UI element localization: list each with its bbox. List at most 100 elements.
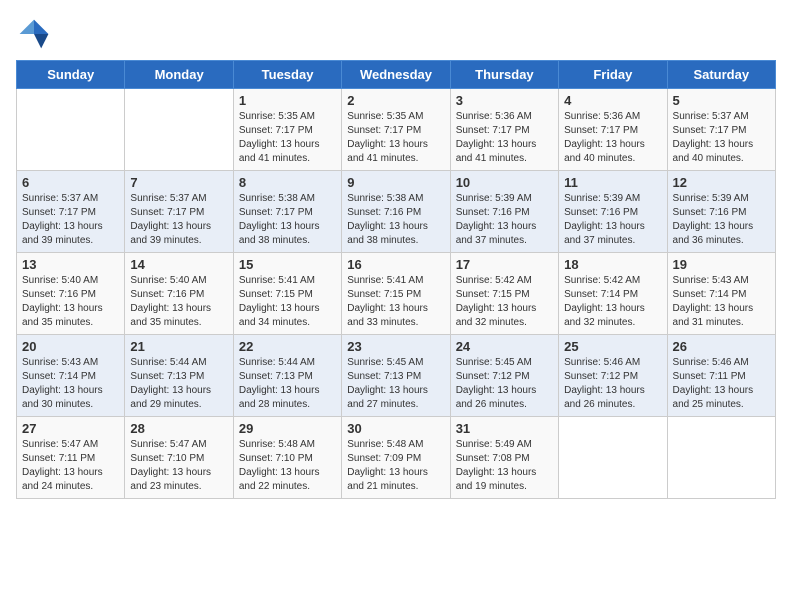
calendar-cell: 2 Sunrise: 5:35 AM Sunset: 7:17 PM Daylig… [342,89,450,171]
day-detail: Sunrise: 5:45 AM Sunset: 7:12 PM Dayligh… [456,356,553,412]
day-detail: Sunrise: 5:40 AM Sunset: 7:16 PM Dayligh… [22,274,119,330]
day-number: 20 [22,339,119,354]
calendar-table: SundayMondayTuesdayWednesdayThursdayFrid… [16,60,776,499]
day-number: 28 [130,421,227,436]
day-number: 29 [239,421,336,436]
day-detail: Sunrise: 5:38 AM Sunset: 7:16 PM Dayligh… [347,192,444,248]
day-number: 6 [22,175,119,190]
calendar-cell [17,89,125,171]
calendar-cell: 18 Sunrise: 5:42 AM Sunset: 7:14 PM Dayli… [559,253,667,335]
weekday-header-friday: Friday [559,61,667,89]
day-detail: Sunrise: 5:41 AM Sunset: 7:15 PM Dayligh… [239,274,336,330]
day-number: 27 [22,421,119,436]
day-detail: Sunrise: 5:47 AM Sunset: 7:10 PM Dayligh… [130,438,227,494]
weekday-header-tuesday: Tuesday [233,61,341,89]
weekday-header-thursday: Thursday [450,61,558,89]
day-number: 26 [673,339,770,354]
day-number: 4 [564,93,661,108]
calendar-cell: 16 Sunrise: 5:41 AM Sunset: 7:15 PM Dayli… [342,253,450,335]
day-detail: Sunrise: 5:35 AM Sunset: 7:17 PM Dayligh… [347,110,444,166]
day-number: 11 [564,175,661,190]
calendar-cell: 26Sunrise: 5:46 AM Sunset: 7:11 PM Dayli… [667,335,775,417]
calendar-cell [125,89,233,171]
calendar-cell: 8 Sunrise: 5:38 AM Sunset: 7:17 PM Daylig… [233,171,341,253]
calendar-cell: 7 Sunrise: 5:37 AM Sunset: 7:17 PM Daylig… [125,171,233,253]
day-number: 15 [239,257,336,272]
calendar-cell: 23 Sunrise: 5:45 AM Sunset: 7:13 PM Dayli… [342,335,450,417]
day-detail: Sunrise: 5:47 AM Sunset: 7:11 PM Dayligh… [22,438,119,494]
day-detail: Sunrise: 5:38 AM Sunset: 7:17 PM Dayligh… [239,192,336,248]
day-detail: Sunrise: 5:48 AM Sunset: 7:09 PM Dayligh… [347,438,444,494]
calendar-cell: 19 Sunrise: 5:43 AM Sunset: 7:14 PM Dayli… [667,253,775,335]
calendar-cell: 12 Sunrise: 5:39 AM Sunset: 7:16 PM Dayli… [667,171,775,253]
day-number: 3 [456,93,553,108]
day-number: 17 [456,257,553,272]
day-detail: Sunrise: 5:48 AM Sunset: 7:10 PM Dayligh… [239,438,336,494]
day-number: 9 [347,175,444,190]
calendar-cell: 29 Sunrise: 5:48 AM Sunset: 7:10 PM Dayli… [233,417,341,499]
day-detail: Sunrise: 5:35 AM Sunset: 7:17 PM Dayligh… [239,110,336,166]
calendar-cell [559,417,667,499]
day-detail: Sunrise: 5:39 AM Sunset: 7:16 PM Dayligh… [564,192,661,248]
day-number: 18 [564,257,661,272]
weekday-header-row: SundayMondayTuesdayWednesdayThursdayFrid… [17,61,776,89]
day-number: 30 [347,421,444,436]
weekday-header-monday: Monday [125,61,233,89]
day-number: 10 [456,175,553,190]
day-detail: Sunrise: 5:37 AM Sunset: 7:17 PM Dayligh… [130,192,227,248]
calendar-week-3: 13Sunrise: 5:40 AM Sunset: 7:16 PM Dayli… [17,253,776,335]
day-number: 21 [130,339,227,354]
day-detail: Sunrise: 5:43 AM Sunset: 7:14 PM Dayligh… [22,356,119,412]
day-detail: Sunrise: 5:36 AM Sunset: 7:17 PM Dayligh… [456,110,553,166]
calendar-body: 1 Sunrise: 5:35 AM Sunset: 7:17 PM Daylig… [17,89,776,499]
day-detail: Sunrise: 5:36 AM Sunset: 7:17 PM Dayligh… [564,110,661,166]
logo [16,16,56,52]
day-number: 2 [347,93,444,108]
day-number: 7 [130,175,227,190]
calendar-week-4: 20 Sunrise: 5:43 AM Sunset: 7:14 PM Dayli… [17,335,776,417]
day-detail: Sunrise: 5:45 AM Sunset: 7:13 PM Dayligh… [347,356,444,412]
weekday-header-sunday: Sunday [17,61,125,89]
calendar-week-2: 6 Sunrise: 5:37 AM Sunset: 7:17 PM Daylig… [17,171,776,253]
calendar-cell: 30 Sunrise: 5:48 AM Sunset: 7:09 PM Dayli… [342,417,450,499]
day-number: 16 [347,257,444,272]
calendar-cell: 20 Sunrise: 5:43 AM Sunset: 7:14 PM Dayli… [17,335,125,417]
day-number: 8 [239,175,336,190]
calendar-cell: 5 Sunrise: 5:37 AM Sunset: 7:17 PM Daylig… [667,89,775,171]
day-detail: Sunrise: 5:42 AM Sunset: 7:14 PM Dayligh… [564,274,661,330]
day-detail: Sunrise: 5:44 AM Sunset: 7:13 PM Dayligh… [130,356,227,412]
calendar-cell: 4 Sunrise: 5:36 AM Sunset: 7:17 PM Daylig… [559,89,667,171]
weekday-header-saturday: Saturday [667,61,775,89]
day-number: 19 [673,257,770,272]
calendar-cell: 28 Sunrise: 5:47 AM Sunset: 7:10 PM Dayli… [125,417,233,499]
day-detail: Sunrise: 5:39 AM Sunset: 7:16 PM Dayligh… [673,192,770,248]
weekday-header-wednesday: Wednesday [342,61,450,89]
day-number: 1 [239,93,336,108]
day-number: 14 [130,257,227,272]
day-detail: Sunrise: 5:42 AM Sunset: 7:15 PM Dayligh… [456,274,553,330]
calendar-cell: 17 Sunrise: 5:42 AM Sunset: 7:15 PM Dayli… [450,253,558,335]
calendar-week-5: 27 Sunrise: 5:47 AM Sunset: 7:11 PM Dayli… [17,417,776,499]
day-number: 12 [673,175,770,190]
day-number: 22 [239,339,336,354]
day-number: 5 [673,93,770,108]
day-detail: Sunrise: 5:43 AM Sunset: 7:14 PM Dayligh… [673,274,770,330]
day-detail: Sunrise: 5:49 AM Sunset: 7:08 PM Dayligh… [456,438,553,494]
calendar-cell: 14Sunrise: 5:40 AM Sunset: 7:16 PM Dayli… [125,253,233,335]
calendar-header: SundayMondayTuesdayWednesdayThursdayFrid… [17,61,776,89]
calendar-cell: 24 Sunrise: 5:45 AM Sunset: 7:12 PM Dayli… [450,335,558,417]
calendar-cell: 21 Sunrise: 5:44 AM Sunset: 7:13 PM Dayli… [125,335,233,417]
calendar-cell: 1 Sunrise: 5:35 AM Sunset: 7:17 PM Daylig… [233,89,341,171]
day-detail: Sunrise: 5:46 AM Sunset: 7:12 PM Dayligh… [564,356,661,412]
day-detail: Sunrise: 5:37 AM Sunset: 7:17 PM Dayligh… [673,110,770,166]
calendar-cell: 15 Sunrise: 5:41 AM Sunset: 7:15 PM Dayli… [233,253,341,335]
calendar-week-1: 1 Sunrise: 5:35 AM Sunset: 7:17 PM Daylig… [17,89,776,171]
day-number: 24 [456,339,553,354]
day-detail: Sunrise: 5:41 AM Sunset: 7:15 PM Dayligh… [347,274,444,330]
day-number: 23 [347,339,444,354]
calendar-cell: 25Sunrise: 5:46 AM Sunset: 7:12 PM Dayli… [559,335,667,417]
calendar-cell: 13Sunrise: 5:40 AM Sunset: 7:16 PM Dayli… [17,253,125,335]
day-detail: Sunrise: 5:37 AM Sunset: 7:17 PM Dayligh… [22,192,119,248]
calendar-cell [667,417,775,499]
calendar-cell: 6 Sunrise: 5:37 AM Sunset: 7:17 PM Daylig… [17,171,125,253]
